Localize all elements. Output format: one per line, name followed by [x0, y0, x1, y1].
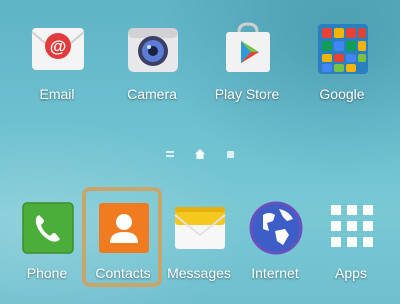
camera-icon [128, 28, 178, 72]
app-label: Google [319, 86, 365, 102]
app-label: Apps [335, 265, 367, 281]
app-play-store[interactable]: Play Store [207, 22, 287, 112]
contacts-icon [99, 203, 149, 253]
app-camera[interactable]: Camera [112, 22, 192, 112]
page-indicator-menu[interactable] [166, 151, 174, 153]
play-store-icon [226, 22, 270, 72]
phone-icon [22, 202, 74, 254]
messages-icon [174, 207, 226, 249]
email-icon: @ [31, 28, 85, 70]
app-apps-drawer[interactable]: Apps [311, 201, 391, 291]
page-indicator[interactable] [0, 147, 400, 163]
app-label: Play Store [214, 86, 280, 102]
apps-grid-icon [331, 205, 373, 247]
internet-icon [249, 201, 303, 255]
app-label: Email [39, 86, 75, 102]
svg-text:@: @ [50, 37, 67, 56]
app-email[interactable]: @ Email [17, 22, 97, 112]
google-folder-icon [318, 24, 368, 74]
home-page-icon[interactable] [195, 149, 205, 159]
app-google-folder[interactable]: Google [302, 22, 382, 112]
page-indicator-page-2[interactable] [227, 151, 234, 158]
app-label: Camera [127, 86, 177, 102]
page-indicator-menu-line [166, 155, 174, 157]
